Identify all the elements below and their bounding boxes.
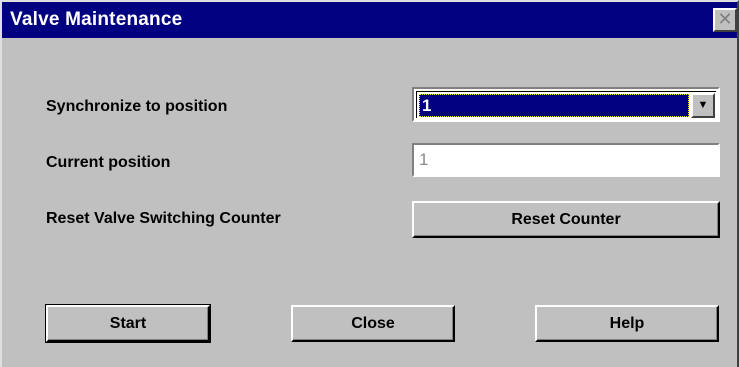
close-icon: ✕ — [717, 9, 733, 29]
sync-position-label: Synchronize to position — [46, 98, 228, 115]
close-button[interactable]: Close — [291, 305, 455, 342]
help-button[interactable]: Help — [535, 305, 719, 342]
chevron-down-icon: ▼ — [697, 99, 709, 111]
reset-counter-label: Reset Valve Switching Counter — [46, 210, 281, 227]
dropdown-arrow-button[interactable]: ▼ — [691, 93, 715, 118]
sync-position-dropdown[interactable]: 1 ▼ — [412, 87, 720, 122]
dropdown-selected-value[interactable]: 1 — [419, 94, 689, 117]
valve-maintenance-dialog: Valve Maintenance ✕ Synchronize to posit… — [0, 0, 739, 367]
window-title: Valve Maintenance — [10, 9, 183, 30]
current-position-value: 1 — [419, 150, 429, 169]
close-window-button[interactable]: ✕ — [713, 8, 737, 32]
current-position-label: Current position — [46, 154, 171, 171]
title-bar[interactable]: Valve Maintenance ✕ — [2, 2, 737, 38]
current-position-field[interactable]: 1 — [412, 143, 720, 177]
start-button[interactable]: Start — [45, 304, 211, 343]
reset-counter-button[interactable]: Reset Counter — [412, 201, 720, 238]
dropdown-field: 1 ▼ — [416, 91, 716, 118]
